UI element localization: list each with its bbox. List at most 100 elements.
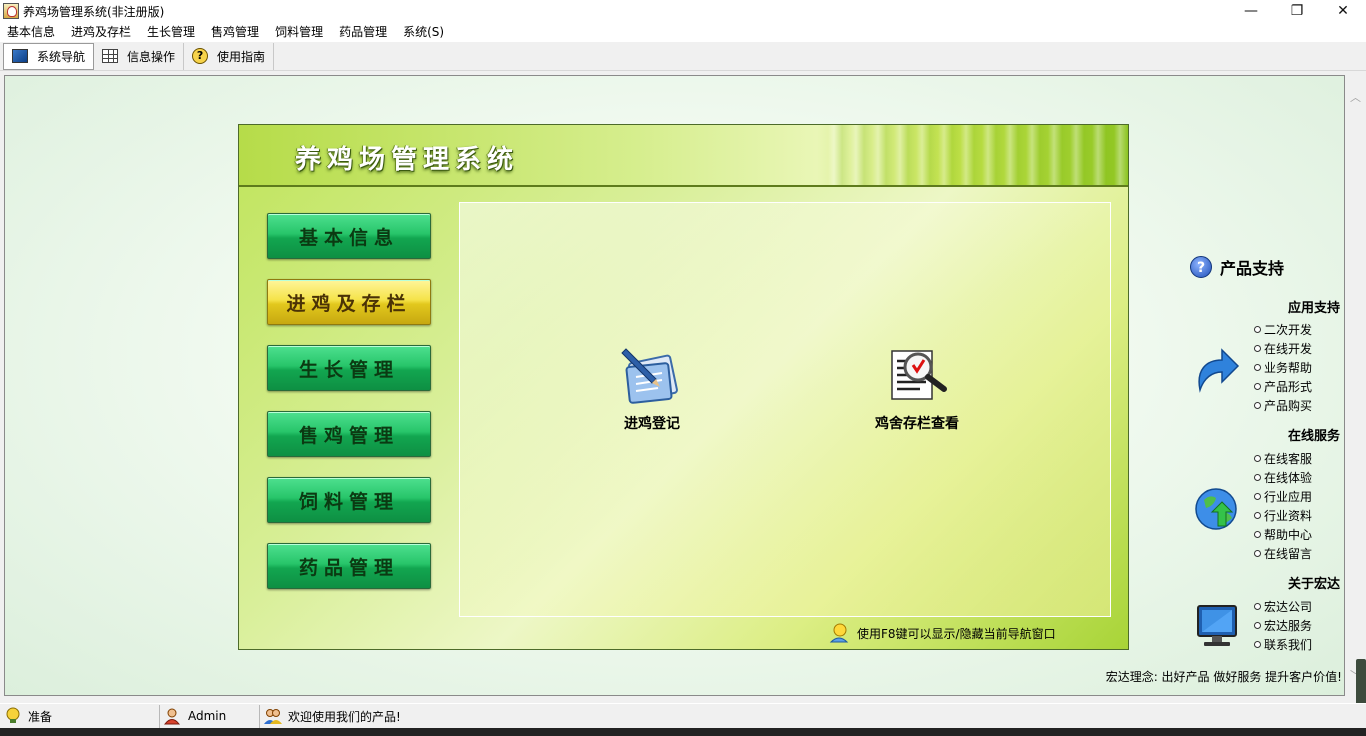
bullet-icon: [1254, 326, 1261, 333]
link-online-trial-label: 在线体验: [1264, 471, 1313, 485]
navigation-panel: 养鸡场管理系统 基本信息 进鸡及存栏 生长管理 售鸡管理 饲料管理 药品管理 进…: [238, 124, 1129, 650]
magnifier-document-icon: [891, 350, 947, 400]
maximize-button[interactable]: ❐: [1274, 0, 1320, 22]
question-icon: ?: [1190, 256, 1212, 278]
menu-system[interactable]: 系统(S): [396, 22, 453, 42]
f8-hint: 使用F8键可以显示/隐藏当前导航窗口: [828, 622, 1056, 644]
status-ready-cell: 准备: [0, 704, 160, 728]
nav-feed-button[interactable]: 饲料管理: [267, 477, 431, 523]
status-welcome-cell: 欢迎使用我们的产品!: [260, 705, 560, 728]
lightbulb-user-icon: [829, 623, 849, 643]
scroll-up-icon[interactable]: ︿: [1350, 89, 1361, 105]
chick-intake-register-item[interactable]: 进鸡登记: [620, 345, 684, 433]
window-title: 养鸡场管理系统(非注册版): [23, 4, 165, 19]
nav-growth-button[interactable]: 生长管理: [267, 345, 431, 391]
notepad-pen-icon: [621, 348, 678, 404]
nav-intake-stock-button[interactable]: 进鸡及存栏: [267, 279, 431, 325]
app-support-title: 应用支持: [1287, 301, 1340, 316]
bullet-icon: [1254, 345, 1261, 352]
link-online-trial[interactable]: 在线体验: [1254, 469, 1312, 486]
link-online-message-label: 在线留言: [1264, 547, 1313, 561]
ready-bulb-icon: [6, 707, 20, 723]
link-secondary-dev[interactable]: 二次开发: [1254, 321, 1312, 338]
vertical-scrollbar[interactable]: ︿ ﹀: [1345, 75, 1366, 720]
link-help-center[interactable]: 帮助中心: [1254, 526, 1312, 543]
bullet-icon: [1254, 531, 1261, 538]
link-online-dev[interactable]: 在线开发: [1254, 340, 1312, 357]
menu-basic-info[interactable]: 基本信息: [0, 22, 64, 42]
status-user-text: Admin: [188, 709, 227, 723]
bullet-icon: [1254, 455, 1261, 462]
status-user-cell: Admin: [160, 704, 260, 728]
link-industry-docs-label: 行业资料: [1264, 509, 1313, 523]
panel-title: 养鸡场管理系统: [295, 145, 520, 175]
info-operation-button[interactable]: 信息操作: [94, 42, 185, 70]
close-button[interactable]: ✕: [1320, 0, 1366, 22]
users-icon: [264, 709, 282, 724]
bullet-icon: [1254, 493, 1261, 500]
os-taskbar: [0, 728, 1366, 736]
link-hongda-service-label: 宏达服务: [1264, 619, 1313, 633]
link-business-help-label: 业务帮助: [1264, 361, 1313, 375]
monitor-icon: [12, 49, 28, 63]
forward-arrow-icon: [1198, 348, 1240, 393]
link-contact-us-label: 联系我们: [1264, 638, 1313, 652]
nav-medicine-button[interactable]: 药品管理: [267, 543, 431, 589]
app-chicken-icon: [3, 3, 19, 19]
link-hongda-company[interactable]: 宏达公司: [1254, 598, 1312, 615]
menu-medicine[interactable]: 药品管理: [332, 22, 396, 42]
toolbar: 系统导航 信息操作 ? 使用指南: [0, 42, 1366, 71]
link-industry-apps[interactable]: 行业应用: [1254, 488, 1312, 505]
menu-growth[interactable]: 生长管理: [140, 22, 204, 42]
coop-stock-view-label: 鸡舍存栏查看: [875, 416, 959, 432]
nav-basic-info-button[interactable]: 基本信息: [267, 213, 431, 259]
menu-intake-stock[interactable]: 进鸡及存栏: [64, 22, 140, 42]
link-online-support-label: 在线客服: [1264, 452, 1313, 466]
f8-hint-text: 使用F8键可以显示/隐藏当前导航窗口: [857, 626, 1056, 641]
link-product-purchase-label: 产品购买: [1264, 399, 1313, 413]
bullet-icon: [1254, 512, 1261, 519]
bullet-icon: [1254, 474, 1261, 481]
system-nav-label: 系统导航: [37, 49, 86, 64]
nav-sales-button[interactable]: 售鸡管理: [267, 411, 431, 457]
link-product-form-label: 产品形式: [1264, 380, 1313, 394]
user-guide-label: 使用指南: [217, 49, 266, 64]
link-industry-docs[interactable]: 行业资料: [1254, 507, 1312, 524]
panel-header: 养鸡场管理系统: [239, 125, 1128, 187]
bullet-icon: [1254, 383, 1261, 390]
monitor-icon: [1197, 605, 1237, 646]
link-hongda-company-label: 宏达公司: [1264, 600, 1313, 614]
menu-sales[interactable]: 售鸡管理: [204, 22, 268, 42]
coop-stock-view-item[interactable]: 鸡舍存栏查看: [875, 345, 959, 433]
menu-feed[interactable]: 饲料管理: [268, 22, 332, 42]
link-business-help[interactable]: 业务帮助: [1254, 359, 1312, 376]
link-online-support[interactable]: 在线客服: [1254, 450, 1312, 467]
link-product-form[interactable]: 产品形式: [1254, 378, 1312, 395]
company-slogan: 宏达理念: 出好产品 做好服务 提升客户价值!: [1105, 670, 1342, 684]
bullet-icon: [1254, 402, 1261, 409]
link-online-message[interactable]: 在线留言: [1254, 545, 1312, 562]
grid-icon: [102, 49, 119, 63]
status-welcome-text: 欢迎使用我们的产品!: [288, 709, 401, 724]
about-title: 关于宏达: [1287, 577, 1340, 592]
menu-bar: 基本信息 进鸡及存栏 生长管理 售鸡管理 饲料管理 药品管理 系统(S): [0, 22, 1366, 42]
bullet-icon: [1254, 622, 1261, 629]
globe-icon: [1195, 488, 1237, 530]
bullet-icon: [1254, 550, 1261, 557]
bullet-icon: [1254, 364, 1261, 371]
product-support-header: ? 产品支持: [1190, 255, 1284, 279]
title-bar: 养鸡场管理系统(非注册版) — ❐ ✕: [0, 0, 1366, 22]
link-contact-us[interactable]: 联系我们: [1254, 636, 1312, 653]
link-product-purchase[interactable]: 产品购买: [1254, 397, 1312, 414]
link-online-dev-label: 在线开发: [1264, 342, 1313, 356]
user-guide-button[interactable]: ? 使用指南: [184, 42, 275, 70]
user-icon: [164, 708, 181, 725]
system-nav-button[interactable]: 系统导航: [3, 42, 95, 70]
product-support-title: 产品支持: [1220, 259, 1285, 278]
chick-intake-register-label: 进鸡登记: [624, 416, 680, 432]
minimize-button[interactable]: —: [1228, 0, 1274, 22]
link-help-center-label: 帮助中心: [1264, 528, 1313, 542]
status-ready-text: 准备: [28, 709, 53, 724]
link-hongda-service[interactable]: 宏达服务: [1254, 617, 1312, 634]
window-controls: — ❐ ✕: [1228, 0, 1366, 22]
